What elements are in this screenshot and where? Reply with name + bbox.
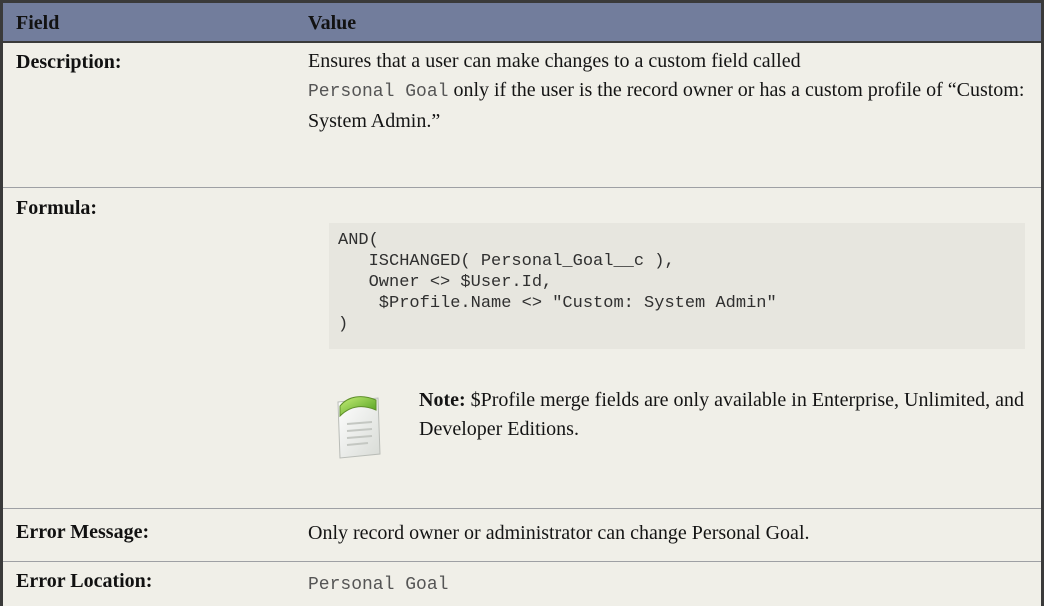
- error-location-value: Personal Goal: [308, 575, 449, 595]
- note-box: Note: $Profile merge fields are only ava…: [326, 386, 1044, 486]
- code-line: $Profile.Name <> "Custom: System Admin": [338, 294, 777, 313]
- code-line: AND(: [338, 231, 379, 250]
- code-line: ISCHANGED( Personal_Goal__c ),: [338, 252, 675, 271]
- error-location-label: Error Location:: [16, 570, 153, 592]
- error-message-value: Only record owner or administrator can c…: [308, 522, 810, 544]
- header-value: Value: [308, 12, 357, 34]
- code-line: ): [338, 315, 349, 334]
- code-line: Owner <> $User.Id,: [338, 273, 553, 292]
- formula-label: Formula:: [16, 197, 98, 219]
- note-icon: [332, 392, 384, 460]
- note-text: Note: $Profile merge fields are only ava…: [419, 386, 1039, 444]
- header-field: Field: [16, 12, 60, 34]
- description-text-before: Ensures that a user can make changes to …: [308, 50, 801, 72]
- row-error-location: Error Location: Personal Goal: [3, 562, 1041, 609]
- error-message-label: Error Message:: [16, 521, 150, 543]
- formula-code-block: AND( ISCHANGED( Personal_Goal__c ), Owne…: [329, 223, 1025, 349]
- description-code: Personal Goal: [308, 82, 449, 102]
- validation-rule-table: Field Value Description: Ensures that a …: [0, 0, 1044, 606]
- note-body: $Profile merge fields are only available…: [419, 389, 1024, 440]
- description-label: Description:: [16, 51, 122, 73]
- row-description: Description: Ensures that a user can mak…: [3, 43, 1041, 188]
- note-label: Note:: [419, 389, 466, 411]
- table-header: Field Value: [3, 3, 1041, 43]
- description-value: Ensures that a user can make changes to …: [308, 47, 1041, 136]
- row-error-message: Error Message: Only record owner or admi…: [3, 509, 1041, 562]
